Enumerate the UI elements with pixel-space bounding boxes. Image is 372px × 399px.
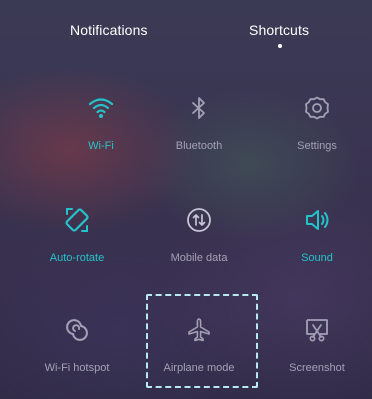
tab-shortcuts[interactable]: Shortcuts — [249, 22, 309, 38]
gear-icon — [305, 96, 329, 120]
shortcut-label: Screenshot — [289, 362, 345, 374]
shortcut-auto-rotate[interactable]: Auto-rotate — [22, 206, 132, 296]
tab-notifications[interactable]: Notifications — [70, 22, 148, 38]
mobile-data-icon — [187, 208, 211, 232]
panel-tabs: Notifications Shortcuts — [0, 0, 372, 60]
shortcut-label: Wi-Fi hotspot — [44, 362, 110, 374]
auto-rotate-icon — [65, 208, 89, 232]
quick-settings-panel: Notifications Shortcuts Wi-Fi Bluetooth … — [0, 0, 372, 399]
active-tab-indicator — [278, 44, 282, 48]
wifi-icon — [88, 98, 114, 118]
shortcut-bluetooth[interactable]: Bluetooth — [144, 94, 254, 184]
shortcut-label: Bluetooth — [175, 140, 223, 152]
shortcut-label: Auto-rotate — [49, 252, 105, 264]
shortcut-label: Wi-Fi — [88, 140, 114, 152]
screenshot-icon — [306, 319, 328, 342]
shortcut-sound[interactable]: Sound — [262, 206, 372, 296]
shortcut-mobile-data[interactable]: Mobile data — [144, 206, 254, 296]
hotspot-icon — [66, 319, 88, 341]
shortcut-label: Sound — [301, 252, 333, 264]
speaker-icon — [306, 210, 329, 230]
shortcut-label: Mobile data — [170, 252, 228, 264]
bluetooth-icon — [192, 97, 205, 119]
airplane-mode-highlight-frame — [146, 294, 258, 388]
shortcut-screenshot[interactable]: Screenshot — [262, 316, 372, 399]
shortcut-wifi[interactable]: Wi-Fi — [46, 94, 156, 184]
shortcut-wifi-hotspot[interactable]: Wi-Fi hotspot — [22, 316, 132, 399]
shortcut-label: Settings — [297, 140, 337, 152]
shortcut-settings[interactable]: Settings — [262, 94, 372, 184]
